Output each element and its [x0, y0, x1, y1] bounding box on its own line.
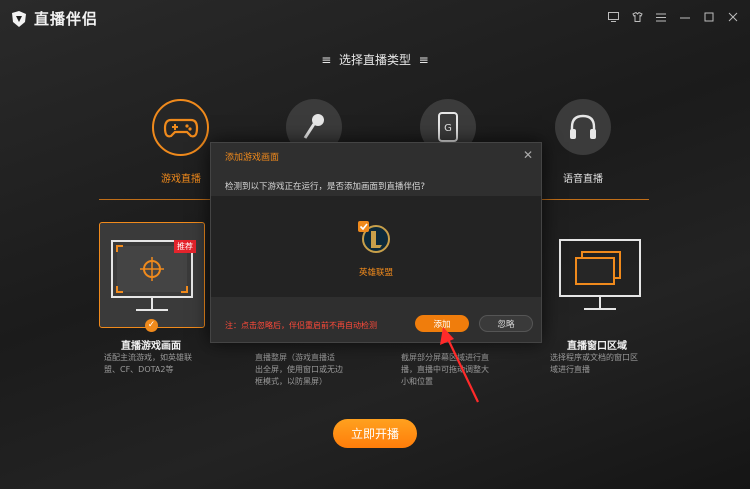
svg-text:G: G — [444, 123, 452, 134]
desc-line: 盟、CF、DOTA2等 — [104, 365, 174, 374]
add-button[interactable]: 添加 — [415, 315, 469, 332]
heading-right-icon: ≡ — [418, 53, 429, 67]
card-game-capture[interactable]: 推荐 — [99, 222, 205, 328]
card-window-capture[interactable] — [548, 222, 652, 326]
microphone-icon — [303, 114, 324, 139]
desc-line: 选择程序或文档的窗口区 — [550, 353, 638, 362]
card-screen-desc: 直播整屏（游戏直播适 出全屏，使用窗口或无边 框模式，以防黑屏） — [255, 352, 359, 388]
ignore-button[interactable]: 忽略 — [479, 315, 533, 332]
heading-left-icon: ≡ — [321, 53, 332, 67]
start-live-button[interactable]: 立即开播 — [333, 419, 417, 448]
card-region-desc: 截屏部分屏幕区域进行直 播，直播中可拖动调整大 小和位置 — [401, 352, 505, 388]
dialog-note: 注：点击忽略后，伴侣重启前不再自动检测 — [225, 321, 377, 330]
card-game-desc: 适配主流游戏，如英雄联 盟、CF、DOTA2等 — [104, 352, 208, 376]
desc-line: 直播整屏（游戏直播适 — [255, 353, 335, 362]
phone-icon: G — [438, 112, 458, 142]
gamepad-icon — [163, 118, 198, 137]
add-game-dialog: 添加游戏画面 ✕ 检测到以下游戏正在运行，是否添加画面到直播伴侣? 英雄联盟 注… — [210, 142, 542, 343]
dialog-title: 添加游戏画面 — [225, 153, 280, 163]
type-game[interactable] — [152, 99, 209, 156]
title-bar: 直播伴侣 — [0, 0, 750, 36]
minimize-icon[interactable] — [678, 10, 692, 24]
dialog-message: 检测到以下游戏正在运行，是否添加画面到直播伴侣? — [225, 182, 426, 192]
desc-line: 播，直播中可拖动调整大 — [401, 365, 489, 374]
logo-icon — [12, 10, 26, 27]
shirt-icon[interactable] — [630, 10, 644, 24]
page-heading: ≡ 选择直播类型 ≡ — [0, 51, 750, 68]
desc-line: 出全屏，使用窗口或无边 — [255, 365, 343, 374]
app-logo: 直播伴侣 — [10, 8, 98, 29]
tv-icon[interactable] — [606, 10, 620, 24]
monitor-window-icon — [559, 239, 641, 310]
app-window: 直播伴侣 ≡ 选择直播类型 ≡ 游戏直播 G 语音直播 推荐 ✓ 直播游戏画面 … — [0, 0, 750, 489]
menu-icon[interactable] — [654, 10, 668, 24]
type-game-label[interactable]: 游戏直播 — [141, 170, 221, 185]
close-icon[interactable] — [726, 10, 740, 24]
desc-line: 域进行直播 — [550, 365, 590, 374]
type-voice-label[interactable]: 语音直播 — [543, 170, 623, 185]
card-window-title: 直播窗口区域 — [567, 341, 627, 352]
type-voice[interactable] — [555, 99, 611, 155]
card-game-title: 直播游戏画面 — [121, 341, 181, 352]
game-name: 英雄联盟 — [358, 268, 393, 278]
league-of-legends-icon[interactable] — [357, 220, 391, 254]
monitor-crosshair-icon — [111, 240, 193, 311]
card-window-desc: 选择程序或文档的窗口区 域进行直播 — [550, 352, 654, 376]
dialog-close-icon[interactable]: ✕ — [523, 148, 533, 162]
heading-text: 选择直播类型 — [338, 53, 411, 67]
app-title: 直播伴侣 — [34, 10, 99, 28]
recommend-badge: 推荐 — [174, 240, 196, 253]
desc-line: 截屏部分屏幕区域进行直 — [401, 353, 489, 362]
detected-games-panel: 英雄联盟 — [211, 196, 541, 297]
desc-line: 框模式，以防黑屏） — [255, 377, 327, 386]
desc-line: 小和位置 — [401, 377, 433, 386]
headphones-icon — [570, 114, 596, 139]
desc-line: 适配主流游戏，如英雄联 — [104, 353, 192, 362]
maximize-icon[interactable] — [702, 10, 716, 24]
selected-check-icon: ✓ — [145, 319, 158, 332]
